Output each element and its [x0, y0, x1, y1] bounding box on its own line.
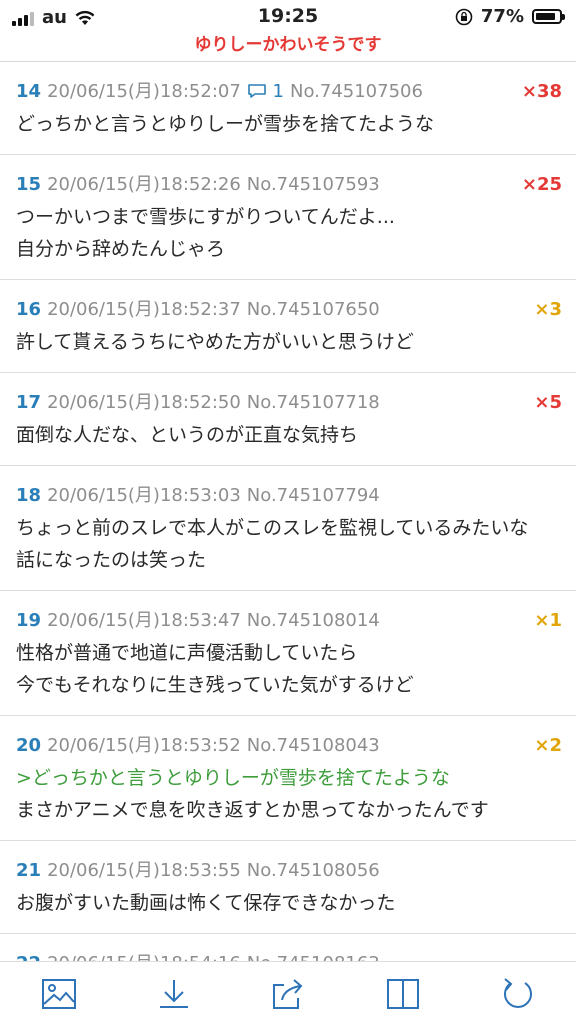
post-text-line: つーかいつまで雪歩にすがりついてんだよ... [16, 206, 395, 228]
post-item[interactable]: 18 20/06/15(月)18:53:03 No.745107794 ちょっと前のス… [0, 466, 576, 591]
post-date: 20/06/15(月)18:53:52 [47, 735, 241, 756]
post-meta: 20 20/06/15(月)18:53:52 No.745108043 [16, 730, 560, 762]
post-meta: 21 20/06/15(月)18:53:55 No.745108056 [16, 855, 560, 887]
post-id: No.745107506 [289, 81, 423, 102]
post-item[interactable]: 14 20/06/15(月)18:52:07 1 No.745107506 ×38 どっ… [0, 62, 576, 155]
post-body: 性格が普通で地道に声優活動していたら今でもそれなりに生き残っていた気がするけど [16, 637, 560, 701]
post-item[interactable]: 20 20/06/15(月)18:53:52 No.745108043 ×2 >どっちか… [0, 716, 576, 841]
post-text-line: 性格が普通で地道に声優活動していたら [16, 642, 358, 664]
post-text-line: 話になったのは笑った [16, 549, 207, 571]
post-id: No.745108056 [246, 860, 380, 881]
post-body: ちょっと前のスレで本人がこのスレを監視しているみたいな 話になったのは笑った [16, 512, 560, 576]
orientation-lock-icon [455, 8, 473, 25]
post-meta: 14 20/06/15(月)18:52:07 1 No.745107506 [16, 76, 560, 108]
post-body: 面倒な人だな、というのが正直な気持ち [16, 419, 560, 451]
reaction-count[interactable]: ×5 [534, 387, 562, 419]
reaction-count[interactable]: ×2 [534, 730, 562, 762]
book-icon [387, 979, 419, 1009]
post-text-line: 面倒な人だな、というのが正直な気持ち [16, 424, 359, 446]
post-date: 20/06/15(月)18:52:26 [47, 174, 241, 195]
post-item[interactable]: 2220/06/15(月)18:54:16No.745108163何で使えると思… [0, 934, 576, 962]
post-text-line: お腹がすいた動画は怖くて保存できなかった [16, 892, 396, 914]
post-text-line: まさかアニメで息を吹き返すとか思ってなかったんです [16, 799, 489, 821]
post-body: お腹がすいた動画は怖くて保存できなかった [16, 887, 560, 919]
post-id: No.745107650 [246, 299, 380, 320]
post-item[interactable]: 16 20/06/15(月)18:52:37 No.745107650 ×3 許して貰え… [0, 280, 576, 373]
post-item[interactable]: 17 20/06/15(月)18:52:50 No.745107718 ×5 面倒な人だ… [0, 373, 576, 466]
post-body: どっちかと言うとゆりしーが雪歩を捨てたような [16, 108, 560, 140]
post-id: No.745107718 [246, 392, 380, 413]
post-list[interactable]: 14 20/06/15(月)18:52:07 1 No.745107506 ×38 どっ… [0, 62, 576, 962]
post-text-line: どっちかと言うとゆりしーが雪歩を捨てたような [16, 113, 435, 135]
reply-indicator[interactable]: 1 [247, 81, 284, 102]
post-number[interactable]: 21 [16, 860, 41, 881]
image-button[interactable] [39, 974, 79, 1014]
refresh-icon [504, 978, 532, 1008]
post-number[interactable]: 19 [16, 610, 41, 631]
post-date: 20/06/15(月)18:52:50 [47, 392, 241, 413]
post-meta: 16 20/06/15(月)18:52:37 No.745107650 [16, 294, 560, 326]
post-number[interactable]: 15 [16, 174, 41, 195]
post-id: No.745107593 [246, 174, 380, 195]
post-number[interactable]: 20 [16, 735, 41, 756]
post-body: >どっちかと言うとゆりしーが雪歩を捨てたようなまさかアニメで息を吹き返すとか思っ… [16, 762, 560, 826]
post-quote[interactable]: >どっちかと言うとゆりしーが雪歩を捨てたような [16, 762, 560, 794]
post-meta: 18 20/06/15(月)18:53:03 No.745107794 [16, 480, 560, 512]
share-button[interactable] [268, 974, 308, 1014]
post-date: 20/06/15(月)18:53:03 [47, 485, 241, 506]
post-id: No.745107794 [246, 485, 380, 506]
post-date: 20/06/15(月)18:53:47 [47, 610, 241, 631]
post-date: 20/06/15(月)18:53:55 [47, 860, 241, 881]
post-number[interactable]: 17 [16, 392, 41, 413]
battery-percent: 77% [480, 6, 524, 27]
reaction-count[interactable]: ×38 [522, 76, 562, 108]
status-bar: au 19:25 77% [0, 0, 576, 34]
post-meta: 17 20/06/15(月)18:52:50 No.745107718 [16, 387, 560, 419]
post-text-line: 許して貰えるうちにやめた方がいいと思うけど [16, 331, 414, 353]
post-text-line: 今でもそれなりに生き残っていた気がするけど [16, 674, 414, 696]
download-button[interactable] [154, 974, 194, 1014]
post-text-line: ちょっと前のスレで本人がこのスレを監視しているみたいな [16, 517, 529, 539]
post-item[interactable]: 21 20/06/15(月)18:53:55 No.745108056 お腹がすいた動… [0, 841, 576, 934]
post-meta: 19 20/06/15(月)18:53:47 No.745108014 [16, 605, 560, 637]
post-text-line: 自分から辞めたんじゃろ [16, 238, 226, 260]
battery-icon [532, 9, 565, 24]
post-meta: 2220/06/15(月)18:54:16No.745108163 [16, 948, 560, 962]
speech-bubble-icon [247, 84, 266, 98]
post-id: No.745108043 [246, 735, 380, 756]
image-icon [42, 979, 76, 1009]
refresh-button[interactable] [498, 974, 538, 1014]
post-body: つーかいつまで雪歩にすがりついてんだよ... 自分から辞めたんじゃろ [16, 201, 560, 265]
post-date: 20/06/15(月)18:52:37 [47, 299, 241, 320]
reply-count: 1 [272, 81, 284, 102]
status-right: 77% [455, 6, 565, 27]
post-body: 許して貰えるうちにやめた方がいいと思うけど [16, 326, 560, 358]
thread-title[interactable]: ゆりしーかわいそうです [0, 30, 576, 55]
post-item[interactable]: 15 20/06/15(月)18:52:26 No.745107593 ×25 つーかい… [0, 155, 576, 280]
post-number[interactable]: 16 [16, 299, 41, 320]
post-number[interactable]: 18 [16, 485, 41, 506]
post-id: No.745108014 [246, 610, 380, 631]
post-date: 20/06/15(月)18:52:07 [47, 81, 241, 102]
share-icon [273, 979, 303, 1009]
post-item[interactable]: 19 20/06/15(月)18:53:47 No.745108014 ×1 性格が普通… [0, 591, 576, 716]
reaction-count[interactable]: ×1 [534, 605, 562, 637]
bottom-toolbar [0, 961, 576, 1024]
reaction-count[interactable]: ×25 [522, 169, 562, 201]
book-button[interactable] [383, 974, 423, 1014]
post-number[interactable]: 14 [16, 81, 41, 102]
post-meta: 15 20/06/15(月)18:52:26 No.745107593 [16, 169, 560, 201]
reaction-count[interactable]: ×3 [534, 294, 562, 326]
download-icon [160, 980, 188, 1008]
